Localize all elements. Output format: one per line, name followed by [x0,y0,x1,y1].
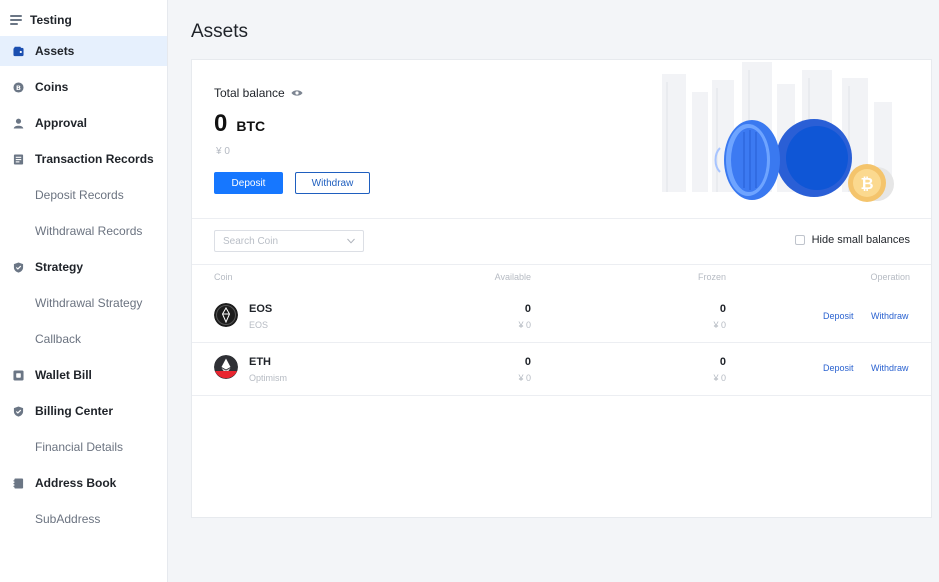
deposit-button[interactable]: Deposit [214,172,283,194]
coin-icon: B [13,81,24,93]
sidebar-item-callback[interactable]: Callback [0,324,167,354]
available-amount: 0 [524,303,531,315]
menu-icon[interactable] [10,15,22,25]
table-row: EOS EOS 0 ¥ 0 0 ¥ 0 Deposit Withdraw [192,290,931,342]
sidebar-item-label: Withdrawal Records [35,224,143,238]
eos-logo-icon [214,303,238,327]
workspace-title: Testing [30,13,72,27]
sidebar: Testing Assets B Coins Approval Transact… [0,0,168,582]
row-withdraw-link[interactable]: Withdraw [871,311,909,321]
sidebar-item-coins[interactable]: B Coins [0,72,167,102]
coins-illustration-icon: ₿ [662,62,894,202]
assets-card: Total balance 0 BTC ¥ 0 Deposit Withdraw [191,59,932,518]
sidebar-item-subaddress[interactable]: SubAddress [0,504,167,534]
eye-icon[interactable] [291,89,303,97]
sidebar-item-label: Withdrawal Strategy [35,296,143,310]
sidebar-item-address-book[interactable]: Address Book [0,468,167,498]
sidebar-item-assets[interactable]: Assets [0,36,167,66]
search-coin-select[interactable] [214,230,364,252]
column-header-available: Available [494,272,531,282]
user-icon [13,118,24,129]
document-icon [13,153,24,165]
sidebar-item-label: Financial Details [35,440,124,454]
sidebar-item-label: Callback [35,332,82,346]
chevron-down-icon [347,238,355,244]
search-coin-input[interactable] [223,235,338,247]
balance-fiat: ¥ 0 [216,146,230,157]
svg-text:B: B [16,83,21,91]
total-balance-label: Total balance [214,86,303,100]
hide-small-checkbox[interactable] [794,235,805,245]
available-fiat: ¥ 0 [518,373,531,383]
divider [192,218,931,219]
coin-name: ETH [249,356,271,368]
sidebar-item-label: Deposit Records [35,188,124,202]
sidebar-item-withdrawal-strategy[interactable]: Withdrawal Strategy [0,288,167,318]
sidebar-item-label: Transaction Records [35,152,154,166]
sidebar-item-deposit-records[interactable]: Deposit Records [0,180,167,210]
eth-logo-icon [214,355,238,379]
coin-network: EOS [249,320,269,330]
available-amount: 0 [524,356,531,368]
total-balance-value: 0 BTC [214,110,265,138]
wallet-icon [13,46,24,57]
shield-icon [13,261,24,273]
table-row: ETH Optimism 0 ¥ 0 0 ¥ 0 Deposit Withdra… [192,343,931,395]
column-header-frozen: Frozen [697,272,726,282]
sidebar-item-wallet-bill[interactable]: Wallet Bill [0,360,167,390]
shield-check-icon [13,405,24,417]
balance-unit: BTC [236,118,266,134]
sidebar-item-label: Billing Center [35,404,114,418]
coin-network: Optimism [249,373,287,383]
row-deposit-link[interactable]: Deposit [823,363,854,373]
page-title: Assets [191,21,249,42]
sidebar-header[interactable]: Testing [10,12,72,28]
frozen-fiat: ¥ 0 [713,320,726,330]
column-header-coin: Coin [214,272,233,282]
sidebar-item-label: SubAddress [35,512,101,526]
sidebar-item-billing-center[interactable]: Billing Center [0,396,167,426]
frozen-fiat: ¥ 0 [713,373,726,383]
row-withdraw-link[interactable]: Withdraw [871,363,909,373]
sidebar-item-label: Assets [35,44,75,58]
row-deposit-link[interactable]: Deposit [823,311,854,321]
available-fiat: ¥ 0 [518,320,531,330]
sidebar-item-label: Wallet Bill [35,368,92,382]
bill-icon [13,369,24,381]
svg-text:₿: ₿ [860,174,873,193]
sidebar-item-label: Strategy [35,260,84,274]
sidebar-item-transaction-records[interactable]: Transaction Records [0,144,167,174]
divider [192,264,931,265]
sidebar-item-strategy[interactable]: Strategy [0,252,167,282]
withdraw-button[interactable]: Withdraw [295,172,370,194]
hide-small-balances-toggle[interactable]: Hide small balances [794,234,910,246]
hide-small-label: Hide small balances [811,234,910,246]
sidebar-item-label: Approval [35,116,88,130]
sidebar-item-label: Coins [35,80,69,94]
sidebar-item-approval[interactable]: Approval [0,108,167,138]
balance-amount: 0 [214,110,228,137]
sidebar-item-label: Address Book [35,476,117,490]
coin-name: EOS [249,303,273,315]
frozen-amount: 0 [719,356,726,368]
book-icon [13,477,24,489]
frozen-amount: 0 [719,303,726,315]
divider [192,395,931,396]
sidebar-item-financial-details[interactable]: Financial Details [0,432,167,462]
column-header-operation: Operation [870,272,910,282]
sidebar-item-withdrawal-records[interactable]: Withdrawal Records [0,216,167,246]
